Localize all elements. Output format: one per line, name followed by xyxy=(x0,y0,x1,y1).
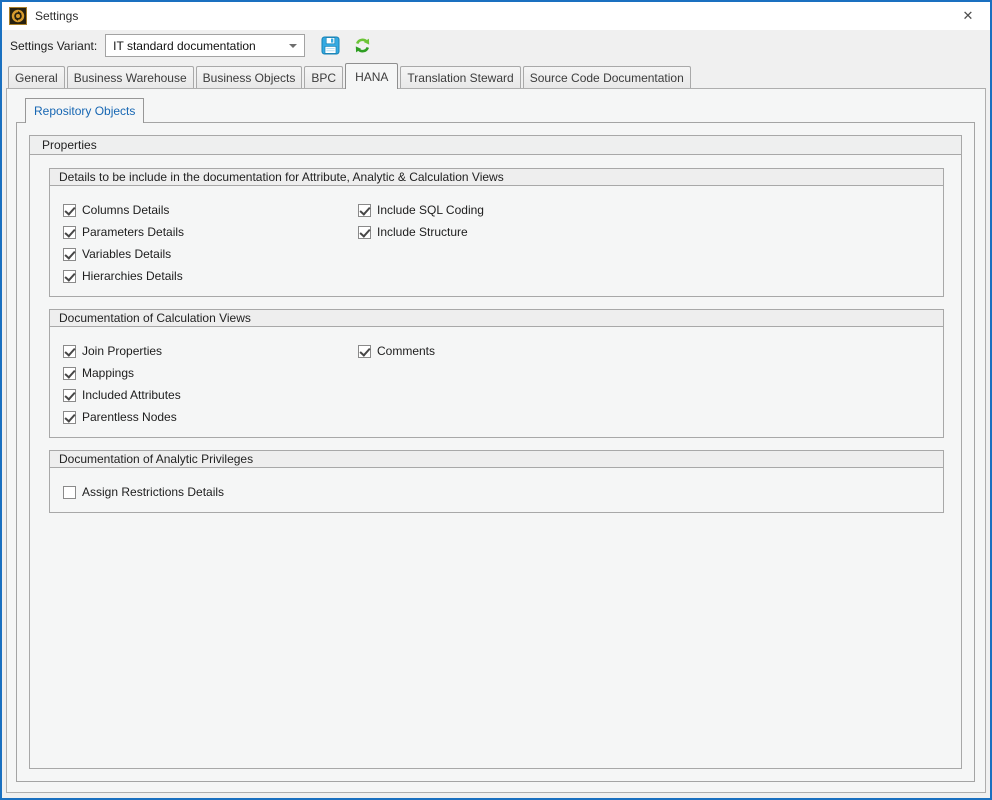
group-left-column: Columns Details Parameters Details Varia… xyxy=(63,199,358,287)
checkbox-row-mappings: Mappings xyxy=(63,362,358,384)
checkbox-row-variables-details: Variables Details xyxy=(63,243,358,265)
include-sql-coding-checkbox[interactable] xyxy=(358,204,371,217)
save-icon xyxy=(321,36,340,55)
group-right-column xyxy=(358,481,943,503)
group-analytic-privileges: Documentation of Analytic Privileges Ass… xyxy=(49,450,944,513)
tab-label: Translation Steward xyxy=(407,71,513,85)
titlebar: Settings ✕ xyxy=(2,2,990,30)
checkbox-row-columns-details: Columns Details xyxy=(63,199,358,221)
refresh-icon xyxy=(353,36,372,55)
checkbox-label: Parameters Details xyxy=(82,225,184,239)
tab-translation-steward[interactable]: Translation Steward xyxy=(400,66,520,88)
save-variant-button[interactable] xyxy=(321,36,340,55)
properties-header: Properties xyxy=(30,136,961,155)
parameters-details-checkbox[interactable] xyxy=(63,226,76,239)
close-icon: ✕ xyxy=(963,8,974,24)
checkbox-label: Parentless Nodes xyxy=(82,410,177,424)
include-structure-checkbox[interactable] xyxy=(358,226,371,239)
group-right-column: Comments xyxy=(358,340,943,428)
checkbox-row-assign-restrictions-details: Assign Restrictions Details xyxy=(63,481,358,503)
variables-details-checkbox[interactable] xyxy=(63,248,76,261)
group-body: Assign Restrictions Details xyxy=(50,468,943,512)
window-title: Settings xyxy=(35,9,78,23)
checkbox-label: Assign Restrictions Details xyxy=(82,485,224,499)
toolbar: Settings Variant: IT standard documentat… xyxy=(2,30,990,61)
tab-label: Business Objects xyxy=(203,71,296,85)
repository-objects-page: Properties Details to be include in the … xyxy=(16,122,975,782)
mappings-checkbox[interactable] xyxy=(63,367,76,380)
tab-label: Source Code Documentation xyxy=(530,71,684,85)
checkbox-label: Columns Details xyxy=(82,203,169,217)
tab-business-objects[interactable]: Business Objects xyxy=(196,66,303,88)
checkbox-label: Included Attributes xyxy=(82,388,181,402)
settings-variant-value: IT standard documentation xyxy=(113,39,283,53)
group-attribute-analytic-calculation-views: Details to be include in the documentati… xyxy=(49,168,944,297)
sub-tabstrip: Repository Objects xyxy=(7,89,985,122)
chevron-down-icon xyxy=(289,44,297,48)
checkbox-row-join-properties: Join Properties xyxy=(63,340,358,362)
parentless-nodes-checkbox[interactable] xyxy=(63,411,76,424)
app-logo-icon xyxy=(9,7,27,25)
included-attributes-checkbox[interactable] xyxy=(63,389,76,402)
hierarchies-details-checkbox[interactable] xyxy=(63,270,76,283)
properties-title: Properties xyxy=(42,138,97,152)
checkbox-row-included-attributes: Included Attributes xyxy=(63,384,358,406)
hana-tabpage: Repository Objects Properties Details to… xyxy=(6,88,986,793)
group-left-column: Join Properties Mappings Included Attrib… xyxy=(63,340,358,428)
tab-label: Business Warehouse xyxy=(74,71,187,85)
refresh-variants-button[interactable] xyxy=(353,36,372,55)
checkbox-label: Include Structure xyxy=(377,225,468,239)
checkbox-label: Join Properties xyxy=(82,344,162,358)
assign-restrictions-details-checkbox[interactable] xyxy=(63,486,76,499)
comments-checkbox[interactable] xyxy=(358,345,371,358)
group-title: Documentation of Analytic Privileges xyxy=(59,452,253,466)
group-body: Columns Details Parameters Details Varia… xyxy=(50,186,943,296)
columns-details-checkbox[interactable] xyxy=(63,204,76,217)
checkbox-label: Variables Details xyxy=(82,247,171,261)
tab-general[interactable]: General xyxy=(8,66,65,88)
properties-body: Details to be include in the documentati… xyxy=(30,155,961,525)
tab-business-warehouse[interactable]: Business Warehouse xyxy=(67,66,194,88)
group-left-column: Assign Restrictions Details xyxy=(63,481,358,503)
join-properties-checkbox[interactable] xyxy=(63,345,76,358)
group-title: Details to be include in the documentati… xyxy=(59,170,504,184)
settings-variant-combobox[interactable]: IT standard documentation xyxy=(105,34,305,57)
settings-variant-label: Settings Variant: xyxy=(10,39,97,53)
settings-window: Settings ✕ Settings Variant: IT standard… xyxy=(0,0,992,800)
checkbox-row-include-structure: Include Structure xyxy=(358,221,943,243)
properties-groupbox: Properties Details to be include in the … xyxy=(29,135,962,769)
checkbox-row-comments: Comments xyxy=(358,340,943,362)
main-tabstrip: General Business Warehouse Business Obje… xyxy=(2,61,990,88)
tab-source-code-documentation[interactable]: Source Code Documentation xyxy=(523,66,691,88)
group-title: Documentation of Calculation Views xyxy=(59,311,251,325)
close-button[interactable]: ✕ xyxy=(946,2,990,30)
tab-label: HANA xyxy=(355,70,388,84)
checkbox-row-parameters-details: Parameters Details xyxy=(63,221,358,243)
checkbox-row-hierarchies-details: Hierarchies Details xyxy=(63,265,358,287)
checkbox-label: Include SQL Coding xyxy=(377,203,484,217)
checkbox-row-include-sql-coding: Include SQL Coding xyxy=(358,199,943,221)
tab-label: BPC xyxy=(311,71,336,85)
group-calculation-views: Documentation of Calculation Views Join … xyxy=(49,309,944,438)
checkbox-label: Comments xyxy=(377,344,435,358)
subtab-repository-objects[interactable]: Repository Objects xyxy=(25,98,144,123)
group-header: Documentation of Calculation Views xyxy=(50,310,943,327)
checkbox-row-parentless-nodes: Parentless Nodes xyxy=(63,406,358,428)
tab-hana[interactable]: HANA xyxy=(345,63,398,89)
checkbox-label: Mappings xyxy=(82,366,134,380)
group-right-column: Include SQL Coding Include Structure xyxy=(358,199,943,287)
group-body: Join Properties Mappings Included Attrib… xyxy=(50,327,943,437)
checkbox-label: Hierarchies Details xyxy=(82,269,183,283)
tab-label: General xyxy=(15,71,58,85)
group-header: Details to be include in the documentati… xyxy=(50,169,943,186)
subtab-label: Repository Objects xyxy=(34,104,135,118)
tab-bpc[interactable]: BPC xyxy=(304,66,343,88)
group-header: Documentation of Analytic Privileges xyxy=(50,451,943,468)
